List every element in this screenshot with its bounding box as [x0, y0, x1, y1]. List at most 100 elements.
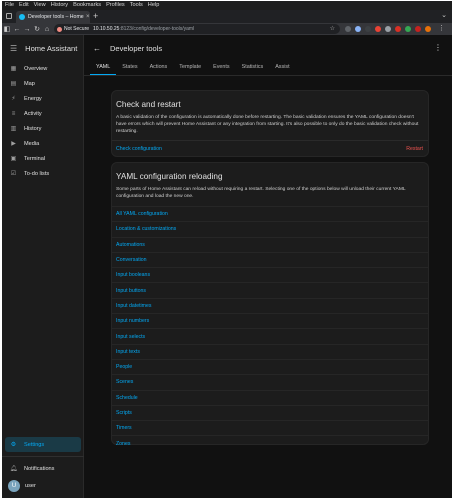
sidebar-item-label: Energy — [24, 95, 42, 102]
media-icon: ▶ — [11, 141, 16, 147]
reload-item[interactable]: All YAML configuration — [112, 206, 428, 221]
extension-icon[interactable] — [395, 26, 401, 32]
browser-menubar: File Edit View History Bookmarks Profile… — [2, 1, 452, 10]
todo-icon: ☑ — [10, 171, 17, 177]
extension-icon[interactable] — [385, 26, 391, 32]
sidebar-toggle-icon[interactable]: ◧ — [2, 25, 12, 33]
sidebar-item-settings[interactable]: ⚙ Settings — [5, 437, 81, 452]
reload-item[interactable]: Schedule — [112, 389, 428, 405]
browser-tab-active[interactable]: Developer tools – Home Assistant × — [16, 11, 90, 23]
menu-edit[interactable]: Edit — [19, 1, 29, 10]
profile-avatar-icon[interactable] — [425, 26, 431, 32]
browser-tabbar: Developer tools – Home Assistant × + ⌄ — [2, 10, 452, 23]
reload-item-label: Input numbers — [116, 318, 150, 325]
tab-list-chevron-icon[interactable]: ⌄ — [441, 11, 447, 19]
browser-window: File Edit View History Bookmarks Profile… — [2, 1, 452, 498]
tab-search-icon[interactable] — [6, 13, 12, 19]
tab-states[interactable]: States — [116, 61, 143, 75]
sidebar-item-label: Map — [24, 80, 35, 87]
sidebar-item-label: Notifications — [24, 465, 55, 472]
sidebar-item-label: Overview — [24, 65, 48, 72]
reload-item[interactable]: Location & customizations — [112, 221, 428, 236]
reload-item[interactable]: Input selects — [112, 328, 428, 343]
reload-item[interactable]: Input numbers — [112, 313, 428, 328]
home-assistant-favicon-icon — [19, 14, 25, 20]
security-indicator[interactable]: Not Secure — [57, 26, 89, 32]
overview-icon: ▦ — [10, 66, 17, 72]
reload-item[interactable]: Scenes — [112, 374, 428, 389]
browser-menu-icon[interactable]: ⋮ — [438, 24, 445, 32]
extension-icon[interactable] — [375, 26, 381, 32]
reload-item[interactable]: People — [112, 358, 428, 374]
tab-yaml[interactable]: YAML — [90, 61, 117, 75]
tab-assist[interactable]: Assist — [269, 61, 295, 75]
reload-item-label: Timers — [116, 425, 132, 432]
bookmark-star-icon[interactable]: ☆ — [330, 25, 335, 32]
warning-icon — [57, 26, 62, 32]
forward-arrow-icon[interactable]: → — [22, 26, 32, 33]
map-icon: ▤ — [10, 81, 17, 87]
tab-close-icon[interactable]: × — [86, 14, 90, 20]
url-text: 10.10.50.25:8123/config/developer-tools/… — [93, 26, 194, 32]
tab-events[interactable]: Events — [207, 61, 235, 75]
sidebar-item-map[interactable]: ▤ Map — [2, 76, 83, 91]
reload-item-label: All YAML configuration — [116, 211, 168, 218]
tab-statistics[interactable]: Statistics — [236, 61, 270, 75]
sidebar-item-notifications[interactable]: 🔔︎ Notifications — [2, 461, 84, 476]
reload-item[interactable]: Automations — [112, 236, 428, 252]
activity-icon: ≡ — [11, 110, 16, 117]
energy-icon: ⚡ — [11, 96, 16, 102]
sidebar-item-energy[interactable]: ⚡ Energy — [2, 91, 83, 106]
home-icon[interactable]: ⌂ — [42, 26, 52, 33]
restart-button[interactable]: Restart — [406, 146, 423, 152]
reload-item-label: Scenes — [116, 379, 134, 386]
check-configuration-button[interactable]: Check configuration — [116, 146, 162, 152]
reload-item[interactable]: Scripts — [112, 404, 428, 420]
reload-icon[interactable]: ↻ — [32, 25, 42, 33]
sidebar-item-history[interactable]: ▥ History — [2, 121, 83, 136]
sidebar-item-overview[interactable]: ▦ Overview — [2, 61, 83, 76]
url-host: 10.10.50.25 — [93, 26, 120, 32]
menu-history[interactable]: History — [51, 1, 68, 10]
extension-icon[interactable] — [405, 26, 411, 32]
menu-tools[interactable]: Tools — [130, 1, 143, 10]
sidebar-item-label: Activity — [24, 110, 42, 117]
sidebar-item-user[interactable]: U user — [2, 476, 84, 495]
tab-template[interactable]: Template — [173, 61, 207, 75]
extension-icon[interactable] — [365, 26, 371, 32]
menu-help[interactable]: Help — [148, 1, 160, 10]
reload-item[interactable]: Conversation — [112, 251, 428, 267]
sidebar-item-activity[interactable]: ≡ Activity — [2, 106, 83, 121]
sidebar-item-media[interactable]: ▶ Media — [2, 136, 83, 151]
reload-item[interactable]: Timers — [112, 420, 428, 435]
menu-bookmarks[interactable]: Bookmarks — [73, 1, 101, 10]
reload-item-label: Input texts — [116, 348, 140, 355]
menu-hamburger-icon[interactable]: ☰ — [10, 44, 17, 53]
sidebar-item-to-do-lists[interactable]: ☑ To-do lists — [2, 166, 83, 181]
developer-tools-tabs: YAML States Actions Template Events Statistic… — [84, 61, 452, 76]
sidebar-item-label: Media — [24, 140, 40, 147]
menu-file[interactable]: File — [5, 1, 14, 10]
card-actions: Check configuration Restart — [112, 140, 428, 156]
sidebar-nav: ▦ Overview ▤ Map ⚡ Energy ≡ Activity ▥ History ▶ Me… — [2, 61, 83, 181]
sidebar-divider — [2, 456, 84, 457]
reload-item[interactable]: Input buttons — [112, 282, 428, 297]
sidebar-item-terminal[interactable]: ▣ Terminal — [2, 151, 83, 166]
back-arrow-icon[interactable]: ← — [93, 44, 101, 53]
reload-item[interactable]: Input datetimes — [112, 297, 428, 313]
reload-item-label: Conversation — [116, 257, 147, 264]
reload-item[interactable]: Input booleans — [112, 267, 428, 282]
more-options-icon[interactable]: ⋮ — [434, 43, 442, 52]
reload-item[interactable]: Input texts — [112, 343, 428, 359]
extension-icon[interactable] — [345, 26, 351, 32]
sidebar-item-label: Settings — [24, 441, 45, 448]
extension-icon[interactable] — [415, 26, 421, 32]
tab-actions[interactable]: Actions — [144, 61, 174, 75]
address-bar[interactable]: Not Secure 10.10.50.25:8123/config/devel… — [54, 24, 340, 34]
back-arrow-icon[interactable]: ← — [12, 26, 22, 33]
extension-icon[interactable] — [355, 26, 361, 32]
menu-view[interactable]: View — [34, 1, 46, 10]
new-tab-button[interactable]: + — [93, 11, 98, 22]
menu-profiles[interactable]: Profiles — [106, 1, 125, 10]
reload-item[interactable]: Zones — [112, 435, 428, 450]
